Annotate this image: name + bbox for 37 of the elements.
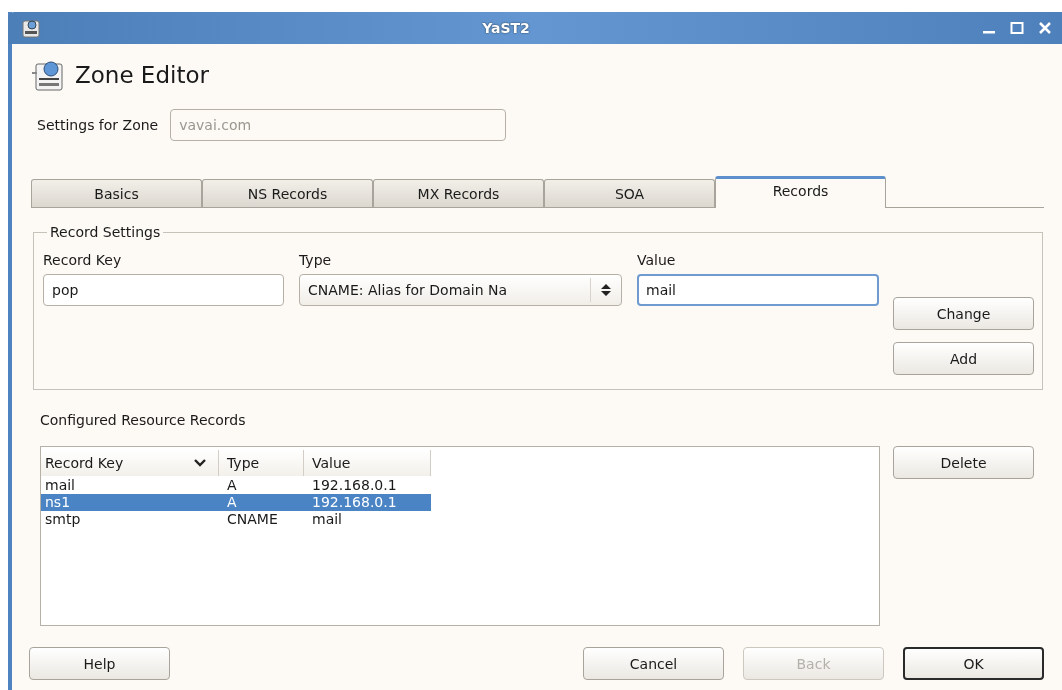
table-cell[interactable]: A (219, 477, 304, 494)
button[interactable]: OK (903, 647, 1044, 680)
table-cell[interactable]: ns1 (41, 494, 219, 511)
tab[interactable]: NS Records (202, 179, 373, 207)
table-cell[interactable]: CNAME (219, 511, 304, 528)
page-heading: Zone Editor (75, 62, 209, 88)
table-cell[interactable]: 192.168.0.1 (304, 494, 431, 511)
column-header[interactable]: Value (304, 450, 431, 476)
section-label: Configured Resource Records (40, 412, 247, 430)
server-icon (20, 17, 42, 39)
group-title: Record Settings (49, 224, 162, 240)
button[interactable]: Help (29, 647, 170, 680)
button[interactable]: Cancel (583, 647, 724, 680)
button[interactable]: Add (893, 342, 1034, 375)
maximize-icon[interactable] (1008, 19, 1026, 37)
field-label: Value (637, 251, 677, 268)
table-cell[interactable]: mail (41, 477, 219, 494)
table-cell[interactable]: 192.168.0.1 (304, 477, 431, 494)
tab[interactable]: Records (715, 176, 886, 208)
tab[interactable]: SOA (544, 179, 715, 207)
table-cell[interactable]: A (219, 494, 304, 511)
field-label: Type (299, 251, 333, 268)
tab[interactable]: Basics (31, 179, 202, 207)
button[interactable]: Change (893, 297, 1034, 330)
column-header[interactable]: Record Key (41, 450, 219, 476)
column-header[interactable]: Type (219, 450, 304, 476)
input-field[interactable]: pop (43, 274, 284, 306)
button[interactable]: Delete (893, 446, 1034, 479)
chevron-down-icon (194, 458, 206, 468)
tab[interactable]: MX Records (373, 179, 544, 207)
input-field[interactable]: mail (637, 274, 879, 306)
type-dropdown[interactable]: CNAME: Alias for Domain Na (299, 274, 622, 306)
field-label: Settings for Zone (37, 117, 159, 133)
window-title: YaST2 (481, 20, 531, 36)
field-label: Record Key (43, 251, 123, 268)
table-cell[interactable]: mail (304, 511, 431, 528)
table-cell[interactable]: smtp (41, 511, 219, 528)
